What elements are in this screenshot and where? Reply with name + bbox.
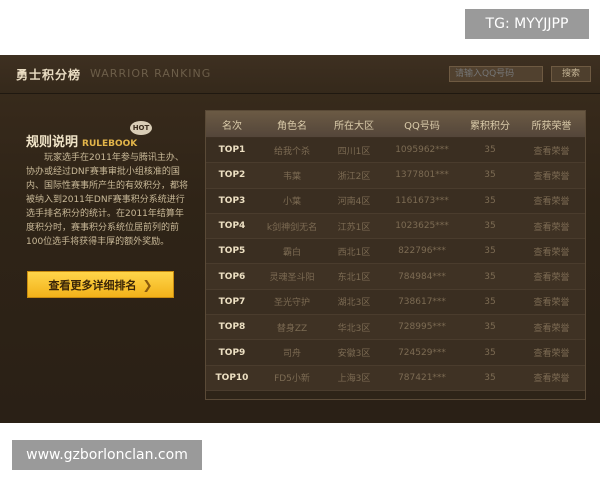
page-title: 勇士积分榜 (16, 68, 82, 82)
column-rank: 名次 (222, 120, 242, 132)
view-honor-link[interactable]: 查看荣誉 (518, 189, 585, 213)
score-cell: 35 (484, 296, 496, 307)
rank-cell: TOP5 (218, 246, 246, 257)
region-cell: 湖北3区 (337, 298, 371, 309)
score-cell: 35 (484, 372, 496, 383)
panel-header: 勇士积分榜 WARRIOR RANKING 搜索 (0, 55, 600, 94)
region-cell: 江苏1区 (337, 222, 371, 233)
search-button[interactable]: 搜索 (551, 66, 591, 82)
table-row: TOP9 司舟 安徽3区 724529*** 35 查看荣誉 (206, 340, 585, 366)
region-cell: 河南4区 (337, 197, 371, 208)
view-honor-link[interactable]: 查看荣誉 (518, 138, 585, 162)
qq-cell: 822796*** (398, 246, 446, 257)
name-cell: 给我个杀 (273, 146, 310, 157)
view-honor-link[interactable]: 查看荣誉 (518, 163, 585, 187)
qq-cell: 784984*** (398, 271, 446, 282)
rank-cell: TOP2 (218, 170, 246, 181)
qq-cell: 1377801*** (395, 170, 449, 181)
score-cell: 35 (484, 145, 496, 156)
table-row: TOP1 给我个杀 四川1区 1095962*** 35 查看荣誉 (206, 138, 585, 164)
table-header: 名次 角色名 所在大区 QQ号码 累积积分 所获荣誉 (206, 111, 585, 138)
table-row: TOP5 霸白 西北1区 822796*** 35 查看荣誉 (206, 239, 585, 265)
column-score: 累积积分 (470, 120, 510, 132)
name-cell: 霸白 (282, 247, 301, 258)
score-cell: 35 (484, 347, 496, 358)
region-cell: 华北3区 (337, 323, 371, 334)
region-cell: 四川1区 (337, 146, 371, 157)
name-cell: FD5小新 (274, 374, 310, 385)
view-honor-link[interactable]: 查看荣誉 (518, 315, 585, 339)
region-cell: 上海3区 (337, 374, 371, 385)
rank-cell: TOP8 (218, 322, 246, 333)
qq-cell: 1161673*** (395, 195, 449, 206)
ranking-panel: 勇士积分榜 WARRIOR RANKING 搜索 HOT 规则说明RULEBOO… (0, 55, 600, 423)
name-cell: k剑神剑无名 (266, 222, 318, 233)
score-cell: 35 (484, 170, 496, 181)
table-body: TOP1 给我个杀 四川1区 1095962*** 35 查看荣誉 TOP2 韦葉 浙江2区 13… (206, 138, 585, 391)
view-honor-link[interactable]: 查看荣誉 (518, 214, 585, 238)
rank-cell: TOP7 (218, 296, 246, 307)
score-cell: 35 (484, 195, 496, 206)
table-row: TOP6 灵魂圣斗阳 东北1区 784984*** 35 查看荣誉 (206, 264, 585, 290)
site-url-watermark: www.gzborlonclan.com (12, 440, 202, 470)
table-row: TOP4 k剑神剑无名 江苏1区 1023625*** 35 查看荣誉 (206, 213, 585, 240)
name-cell: 司舟 (282, 349, 301, 360)
region-cell: 东北1区 (337, 273, 371, 284)
view-honor-link[interactable]: 查看荣誉 (518, 264, 585, 288)
view-honor-link[interactable]: 查看荣誉 (518, 340, 585, 364)
view-more-label: 查看更多详细排名 (48, 278, 137, 292)
column-name: 角色名 (277, 120, 307, 132)
table-row: TOP7 圣光守护 湖北3区 738617*** 35 查看荣誉 (206, 289, 585, 316)
view-honor-link[interactable]: 查看荣誉 (518, 290, 585, 314)
rank-cell: TOP3 (218, 195, 246, 206)
name-cell: 小葉 (282, 197, 301, 208)
rank-cell: TOP4 (218, 221, 246, 232)
name-cell: 圣光守护 (273, 298, 310, 309)
score-cell: 35 (484, 271, 496, 282)
rules-heading: 规则说明 RULEBOOK (26, 131, 137, 150)
qq-cell: 1023625*** (395, 221, 449, 232)
qq-cell: 1095962*** (395, 145, 449, 156)
name-cell: 韦葉 (282, 171, 301, 182)
search-input[interactable] (449, 66, 543, 82)
name-cell: 替身ZZ (276, 323, 308, 334)
rules-description: 玩家选手在2011年参与腾讯主办、协办或经过DNF赛事审批小组核准的国内、国际性… (26, 153, 189, 247)
table-row: TOP3 小葉 河南4区 1161673*** 35 查看荣誉 (206, 188, 585, 214)
column-honor: 所获荣誉 (531, 120, 572, 132)
page-subtitle: WARRIOR RANKING (90, 67, 212, 80)
qq-cell: 728995*** (398, 322, 446, 333)
tg-watermark: TG: MYYJJPP (465, 9, 589, 39)
column-qq: QQ号码 (404, 120, 440, 132)
qq-cell: 787421*** (398, 372, 446, 383)
rulebook-label: RULEBOOK (82, 139, 138, 149)
region-cell: 浙江2区 (337, 171, 371, 182)
score-cell: 35 (484, 322, 496, 333)
rank-cell: TOP10 (215, 372, 249, 383)
rank-cell: TOP6 (218, 271, 246, 282)
rank-cell: TOP1 (218, 145, 246, 156)
qq-cell: 738617*** (398, 296, 446, 307)
chevron-right-icon: ❯ (142, 277, 153, 292)
table-row: TOP8 替身ZZ 华北3区 728995*** 35 查看荣誉 (206, 315, 585, 341)
view-more-ranking-button[interactable]: 查看更多详细排名 ❯ (27, 271, 174, 298)
qq-cell: 724529*** (398, 347, 446, 358)
table-row: TOP2 韦葉 浙江2区 1377801*** 35 查看荣誉 (206, 163, 585, 189)
region-cell: 西北1区 (337, 247, 371, 258)
region-cell: 安徽3区 (337, 349, 371, 360)
column-region: 所在大区 (334, 120, 374, 132)
table-row: TOP10 FD5小新 上海3区 787421*** 35 查看荣誉 (206, 365, 585, 391)
rules-heading-label: 规则说明 (26, 135, 79, 150)
score-cell: 35 (484, 246, 496, 257)
ranking-table: 名次 角色名 所在大区 QQ号码 累积积分 所获荣誉 TOP1 给我个杀 四川1区 1… (205, 110, 586, 400)
score-cell: 35 (484, 221, 496, 232)
rank-cell: TOP9 (218, 347, 246, 358)
view-honor-link[interactable]: 查看荣誉 (518, 239, 585, 263)
name-cell: 灵魂圣斗阳 (269, 273, 315, 284)
view-honor-link[interactable]: 查看荣誉 (518, 366, 585, 390)
